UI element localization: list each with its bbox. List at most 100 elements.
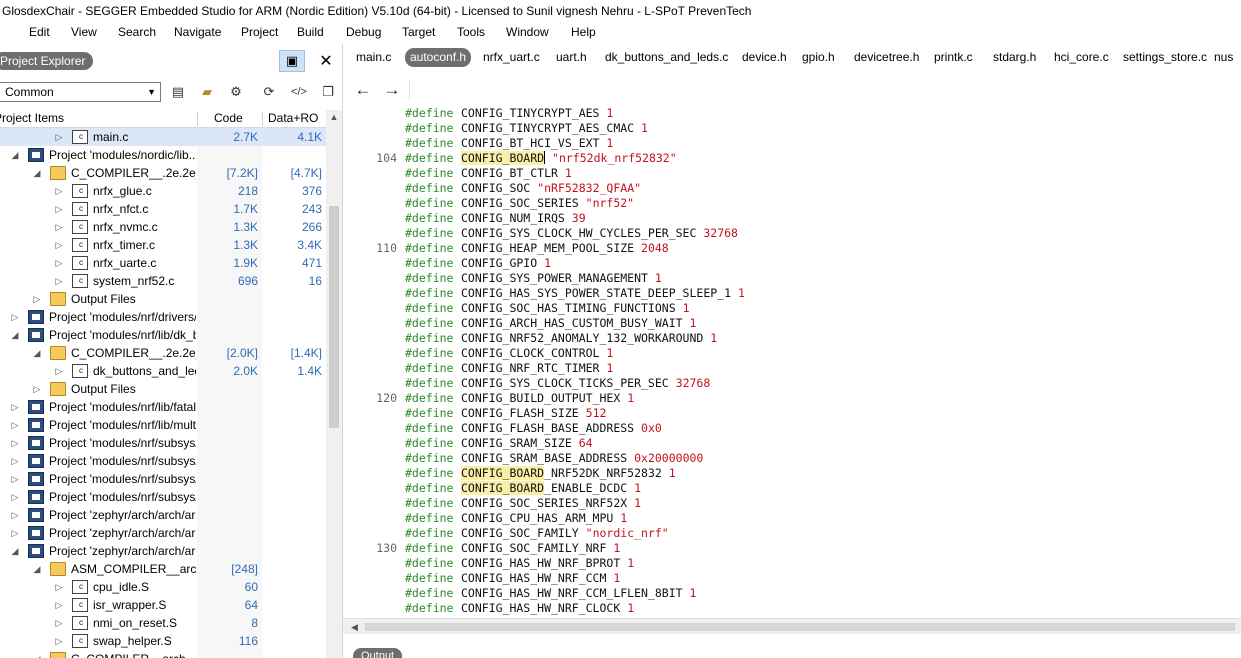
collapse-icon[interactable]: ◢ — [10, 326, 20, 344]
tree-row[interactable]: ▷ cpu_idle.S 60 — [0, 578, 326, 596]
expand-icon[interactable]: ▷ — [54, 272, 64, 290]
scroll-up-icon[interactable]: ▲ — [326, 112, 342, 122]
tree-row[interactable]: ▷ nrfx_nvmc.c 1.3K 266 — [0, 218, 326, 236]
horizontal-scrollbar[interactable]: ◀ — [343, 618, 1241, 634]
tree-row[interactable]: ▷ nrfx_timer.c 1.3K 3.4K — [0, 236, 326, 254]
tree-row[interactable]: ▷ nrfx_uarte.c 1.9K 471 — [0, 254, 326, 272]
tree-row[interactable]: ▷ Project 'modules/nrf/subsys/ — [0, 488, 326, 506]
expand-icon[interactable]: ▷ — [54, 236, 64, 254]
editor-tab[interactable]: nus — [1209, 48, 1238, 67]
collapse-icon[interactable]: ◢ — [10, 146, 20, 164]
column-project-items[interactable]: Project Items — [0, 110, 64, 128]
tree-row[interactable]: ▷ system_nrf52.c 696 16 — [0, 272, 326, 290]
tree-scrollbar[interactable]: ▲ — [326, 110, 342, 658]
expand-icon[interactable]: ▷ — [54, 200, 64, 218]
tree-row[interactable]: ◢ Project 'modules/nrf/lib/dk_b — [0, 326, 326, 344]
editor-tab[interactable]: settings_store.c — [1118, 48, 1212, 67]
tree-row[interactable]: ▷ main.c 2.7K 4.1K — [0, 128, 326, 146]
collapse-icon[interactable]: ◢ — [32, 164, 42, 182]
tree-row[interactable]: ▷ Output Files — [0, 380, 326, 398]
column-data-ro[interactable]: Data+RO — [268, 110, 318, 128]
tree-row[interactable]: ◢ Project 'zephyr/arch/arch/arm — [0, 542, 326, 560]
tree-row[interactable]: ▷ nmi_on_reset.S 8 — [0, 614, 326, 632]
menu-build[interactable]: Build — [297, 22, 324, 42]
tree-row[interactable]: ▷ Project 'modules/nrf/drivers/ — [0, 308, 326, 326]
expand-icon[interactable]: ▷ — [54, 128, 64, 146]
expand-icon[interactable]: ▷ — [54, 362, 64, 380]
expand-icon[interactable]: ▷ — [10, 488, 20, 506]
expand-icon[interactable]: ▷ — [10, 308, 20, 326]
expand-icon[interactable]: ▷ — [54, 632, 64, 650]
settings-icon[interactable]: ⚙ — [226, 83, 246, 101]
tree-row[interactable]: ▷ Project 'zephyr/arch/arch/arm — [0, 524, 326, 542]
tree-row[interactable]: ▷ Project 'modules/nrf/subsys/ — [0, 452, 326, 470]
menu-debug[interactable]: Debug — [346, 22, 381, 42]
editor-tab[interactable]: nrfx_uart.c — [478, 48, 545, 67]
tree-row[interactable]: ◢ ASM_COMPILER__arch__a [248] — [0, 560, 326, 578]
scroll-left-icon[interactable]: ◀ — [351, 619, 358, 635]
menu-view[interactable]: View — [71, 22, 97, 42]
tree-row[interactable]: ▷ Project 'modules/nrf/lib/fatal — [0, 398, 326, 416]
editor-tab[interactable]: autoconf.h — [405, 48, 472, 67]
tree-row[interactable]: ◢ C_COMPILER__.2e.2e__nr [2.0K] [1.4K] — [0, 344, 326, 362]
editor-tab[interactable]: hci_core.c — [1049, 48, 1114, 67]
toggle-view-icon[interactable]: ▣ — [279, 50, 305, 72]
expand-icon[interactable]: ▷ — [10, 416, 20, 434]
folder-icon[interactable]: ▰ — [197, 83, 217, 101]
project-explorer-title[interactable]: Project Explorer — [0, 52, 94, 70]
expand-icon[interactable]: ▷ — [10, 470, 20, 488]
menu-navigate[interactable]: Navigate — [174, 22, 221, 42]
tree-row[interactable]: ▷ Output Files — [0, 290, 326, 308]
expand-icon[interactable]: ▷ — [54, 182, 64, 200]
scrollbar-thumb[interactable] — [365, 623, 1235, 631]
tree-row[interactable]: ▷ Project 'modules/nrf/subsys/ — [0, 434, 326, 452]
expand-icon[interactable]: ▷ — [10, 434, 20, 452]
editor-tab[interactable]: gpio.h — [797, 48, 840, 67]
tree-row[interactable]: ▷ Project 'modules/nrf/lib/mult — [0, 416, 326, 434]
collapse-icon[interactable]: ◢ — [32, 560, 42, 578]
expand-icon[interactable]: ▷ — [54, 254, 64, 272]
document-icon[interactable]: ❐ — [318, 83, 338, 101]
back-arrow-icon[interactable]: ← — [351, 80, 375, 100]
menu-tools[interactable]: Tools — [457, 22, 485, 42]
code-editor[interactable]: #define CONFIG_TINYCRYPT_AES 1 #define CONF… — [343, 106, 1241, 616]
tree-row[interactable]: ▷ Project 'zephyr/arch/arch/arm — [0, 506, 326, 524]
collapse-icon[interactable]: ◢ — [10, 542, 20, 560]
code-icon[interactable]: </> — [289, 83, 309, 101]
expand-icon[interactable]: ▷ — [54, 218, 64, 236]
expand-icon[interactable]: ▷ — [54, 596, 64, 614]
menu-project[interactable]: Project — [241, 22, 278, 42]
tree-row[interactable]: ▷ dk_buttons_and_lec 2.0K 1.4K — [0, 362, 326, 380]
expand-icon[interactable]: ▷ — [32, 290, 42, 308]
collapse-icon[interactable]: ◢ — [32, 344, 42, 362]
tree-row[interactable]: ◢ C_COMPILER__.2e.2e__m [7.2K] [4.7K] — [0, 164, 326, 182]
menu-help[interactable]: Help — [571, 22, 596, 42]
forward-arrow-icon[interactable]: → — [380, 80, 404, 100]
configuration-select[interactable]: Common ▼ — [0, 82, 161, 102]
editor-tab[interactable]: device.h — [737, 48, 792, 67]
tree-row[interactable]: ▷ nrfx_glue.c 218 376 — [0, 182, 326, 200]
tree-row[interactable]: ▷ swap_helper.S 116 — [0, 632, 326, 650]
expand-icon[interactable]: ▷ — [54, 614, 64, 632]
properties-icon[interactable]: ▤ — [168, 83, 188, 101]
expand-icon[interactable]: ▷ — [10, 398, 20, 416]
expand-icon[interactable]: ▷ — [54, 578, 64, 596]
editor-tab[interactable]: dk_buttons_and_leds.c — [600, 48, 733, 67]
tree-row[interactable]: ▷ isr_wrapper.S 64 — [0, 596, 326, 614]
refresh-icon[interactable]: ⟳ — [259, 83, 279, 101]
close-icon[interactable]: ✕ — [313, 50, 339, 72]
tree-row[interactable]: ◢ Project 'modules/nordic/lib.. — [0, 146, 326, 164]
tree-row[interactable]: ▷ nrfx_nfct.c 1.7K 243 — [0, 200, 326, 218]
menu-search[interactable]: Search — [118, 22, 156, 42]
tree-row[interactable]: ▷ Project 'modules/nrf/subsys/ — [0, 470, 326, 488]
editor-tab[interactable]: devicetree.h — [849, 48, 924, 67]
column-code[interactable]: Code — [214, 110, 243, 128]
expand-icon[interactable]: ▷ — [10, 506, 20, 524]
tree-row[interactable]: ◢ C_COMPILER__arch__arm — [0, 650, 326, 658]
menu-edit[interactable]: Edit — [29, 22, 50, 42]
menu-window[interactable]: Window — [506, 22, 549, 42]
editor-tab[interactable]: stdarg.h — [988, 48, 1041, 67]
expand-icon[interactable]: ▷ — [32, 380, 42, 398]
editor-tab[interactable]: printk.c — [929, 48, 978, 67]
output-tab[interactable]: Output — [353, 648, 403, 658]
